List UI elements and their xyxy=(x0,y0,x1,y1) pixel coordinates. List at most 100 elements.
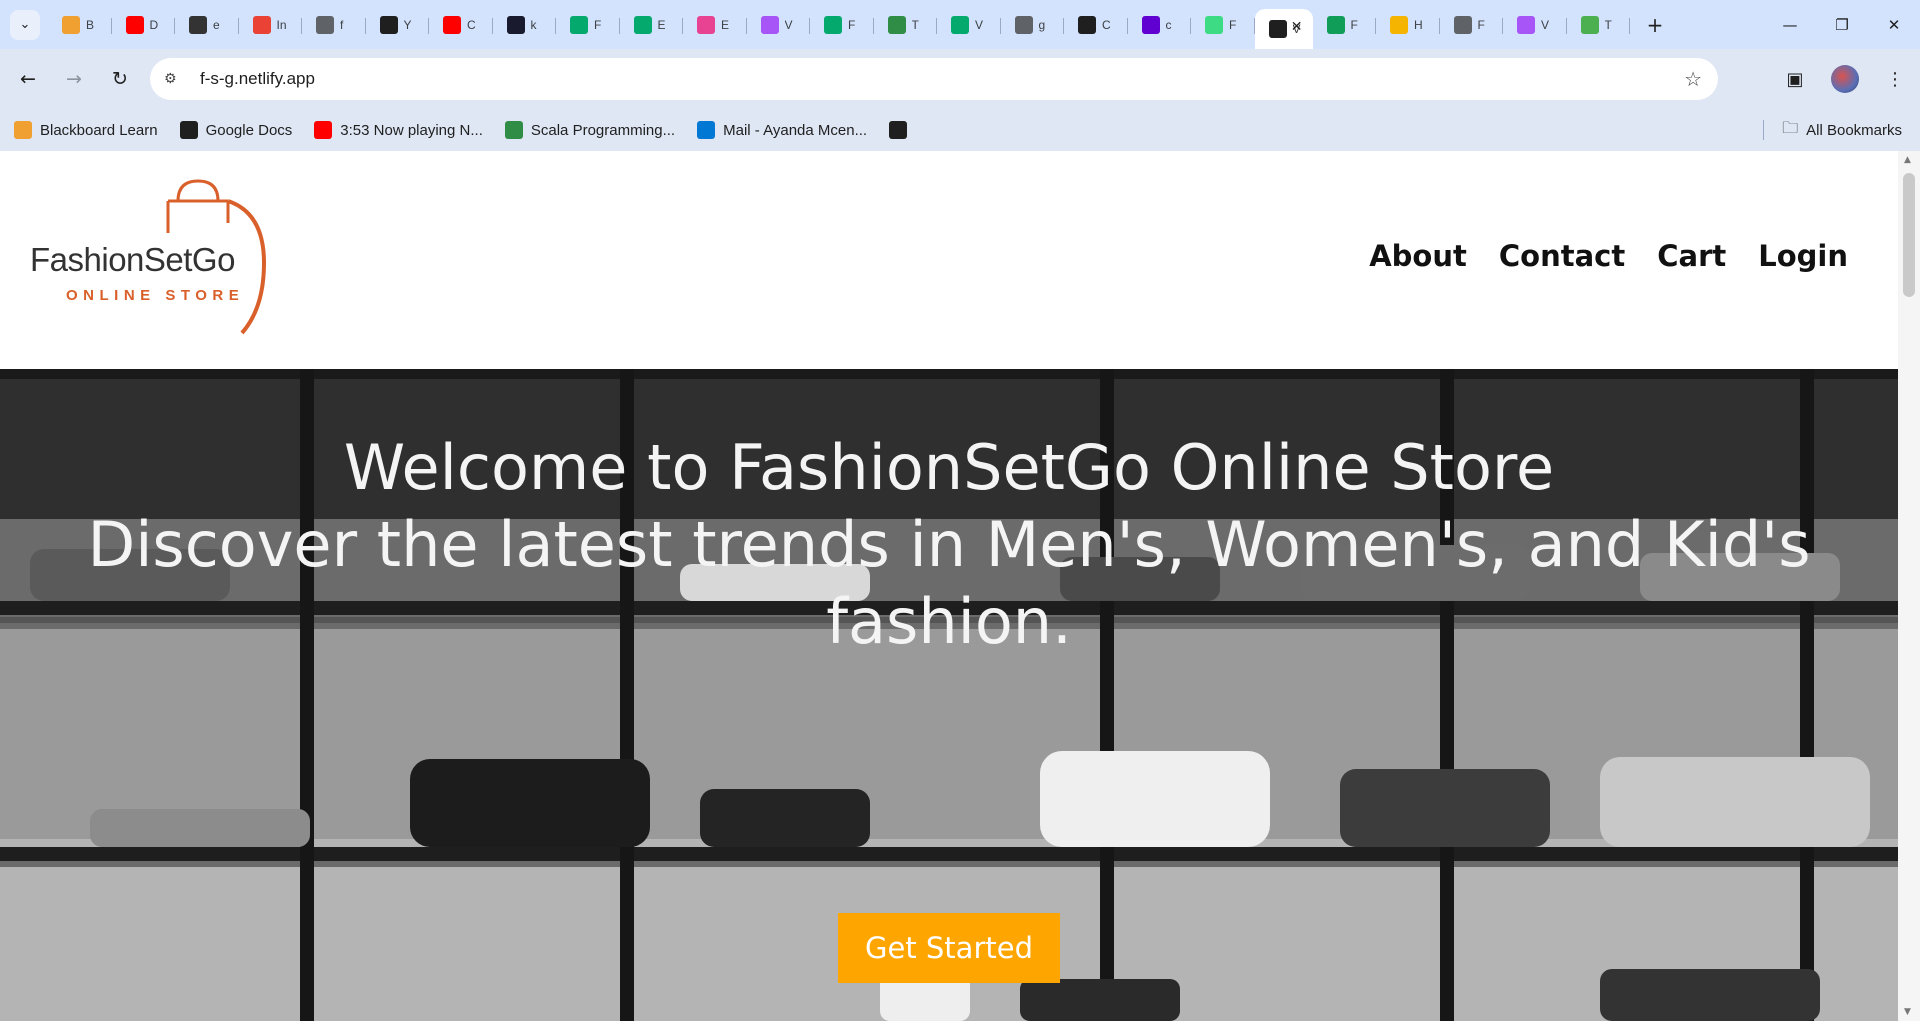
browser-tab[interactable]: B xyxy=(48,7,112,43)
tab-title: V xyxy=(975,17,984,32)
globe-icon xyxy=(179,121,198,139)
browser-tab[interactable]: E xyxy=(683,7,747,43)
get-started-button[interactable]: Get Started xyxy=(838,913,1060,983)
profile-avatar[interactable] xyxy=(1831,65,1859,93)
close-window-button[interactable]: ✕ xyxy=(1868,0,1920,49)
globe-icon xyxy=(1014,15,1033,34)
scrollbar-thumb[interactable] xyxy=(1903,173,1915,297)
app-icon xyxy=(1580,15,1599,34)
minimize-button[interactable]: — xyxy=(1764,0,1816,49)
yahoo-icon xyxy=(1141,15,1160,34)
blackboard-icon xyxy=(62,15,80,34)
gfg-icon xyxy=(887,15,906,34)
close-tab-icon[interactable]: ✕ xyxy=(1291,19,1303,35)
bookmark-item[interactable]: Google Docs xyxy=(179,121,292,139)
extensions-icon[interactable]: ▣ xyxy=(1770,69,1820,90)
bookmark-item[interactable] xyxy=(889,121,915,139)
gmail-icon xyxy=(252,15,271,34)
vercel-icon xyxy=(760,15,779,34)
browser-tab[interactable]: T xyxy=(1567,7,1631,43)
tab-title: In xyxy=(276,17,287,32)
tab-title: Y xyxy=(403,17,412,32)
browser-tab[interactable]: C xyxy=(429,7,493,43)
browser-tab[interactable]: F xyxy=(1440,7,1504,43)
android-icon xyxy=(1205,15,1223,34)
outlook-icon xyxy=(697,121,716,139)
browser-tab[interactable]: F xyxy=(556,7,620,43)
all-bookmarks-button[interactable]: 🗀 All Bookmarks xyxy=(1763,109,1902,151)
tab-strip: ⌄ B De In f Y Ck F E E V F T Vg Cc F V ✕ F H F V T + — ❐ ✕ xyxy=(0,0,1920,49)
tab-title: E xyxy=(657,17,666,32)
browser-toolbar: ← → ↻ ⚙ f-s-g.netlify.app ☆ ▣ ⋮ xyxy=(0,49,1920,109)
w3-icon xyxy=(633,15,652,34)
address-bar[interactable]: ⚙ f-s-g.netlify.app ☆ xyxy=(150,58,1718,100)
tab-title: T xyxy=(911,17,919,32)
tab-search-button[interactable]: ⌄ xyxy=(10,9,40,40)
browser-tab[interactable]: V ✕ xyxy=(1254,9,1313,49)
hero-title: Welcome to FashionSetGo Online Store Dis… xyxy=(0,429,1898,660)
tab-title: c xyxy=(1165,17,1172,32)
browser-tab[interactable]: F xyxy=(1313,7,1377,43)
browser-tab[interactable]: f xyxy=(302,7,366,43)
bookmark-star-icon[interactable]: ☆ xyxy=(1684,67,1702,91)
browser-tab[interactable]: V xyxy=(747,7,811,43)
youtube-icon xyxy=(125,15,144,34)
browser-tab[interactable]: V xyxy=(937,7,1001,43)
tab-title: g xyxy=(1038,17,1046,32)
browser-tab[interactable]: C xyxy=(1064,7,1128,43)
bookmark-item[interactable]: Blackboard Learn xyxy=(14,121,158,139)
youtube-icon xyxy=(443,15,461,34)
menu-kebab-icon[interactable]: ⋮ xyxy=(1870,69,1920,90)
bookmark-item[interactable]: 3:53 Now playing N... xyxy=(314,121,483,139)
vercel-icon xyxy=(1268,20,1287,38)
site-info-icon[interactable]: ⚙ xyxy=(164,71,186,87)
browser-tab[interactable]: g xyxy=(1001,7,1065,43)
bookmark-item[interactable]: Scala Programming... xyxy=(504,121,675,139)
bookmark-label: Mail - Ayanda Mcen... xyxy=(723,121,868,139)
browser-tab[interactable]: F xyxy=(810,7,874,43)
nav-about[interactable]: About xyxy=(1369,239,1467,273)
url-text[interactable]: f-s-g.netlify.app xyxy=(200,69,315,89)
nav-cart[interactable]: Cart xyxy=(1657,239,1726,273)
browser-tab[interactable]: k xyxy=(493,7,557,43)
new-tab-button[interactable]: + xyxy=(1640,10,1670,40)
browser-tab[interactable]: E xyxy=(620,7,684,43)
vercel-icon xyxy=(1517,15,1535,34)
window-controls: — ❐ ✕ xyxy=(1764,0,1920,49)
browser-tab[interactable]: c xyxy=(1128,7,1192,43)
w3-icon xyxy=(570,15,588,34)
browser-tab[interactable]: H xyxy=(1376,7,1440,43)
site-logo[interactable]: FashionSetGo ONLINE STORE xyxy=(28,173,288,343)
bookmark-item[interactable]: Mail - Ayanda Mcen... xyxy=(697,121,867,139)
tab-title: k xyxy=(530,17,537,32)
site-header: FashionSetGo ONLINE STORE About Contact … xyxy=(0,151,1898,369)
browser-tab[interactable]: F xyxy=(1191,7,1255,43)
nav-contact[interactable]: Contact xyxy=(1499,239,1625,273)
browser-tab[interactable]: e xyxy=(175,7,239,43)
site-nav: About Contact Cart Login xyxy=(1369,239,1848,273)
nav-login[interactable]: Login xyxy=(1758,239,1848,273)
browser-tab[interactable]: D xyxy=(112,7,176,43)
forward-button[interactable]: → xyxy=(56,61,92,97)
restore-button[interactable]: ❐ xyxy=(1816,0,1868,49)
tab-title: H xyxy=(1414,17,1423,32)
w3-icon xyxy=(951,15,969,34)
page-scrollbar[interactable]: ▲ ▼ xyxy=(1898,151,1920,1021)
tab-title: f xyxy=(340,17,344,32)
chevron-down-icon: ⌄ xyxy=(19,17,31,32)
scroll-up-icon[interactable]: ▲ xyxy=(1904,155,1911,165)
tab-title: V xyxy=(1541,17,1550,32)
browser-tab[interactable]: In xyxy=(239,7,303,43)
app-icon xyxy=(189,15,207,34)
browser-tab[interactable]: Y xyxy=(366,7,430,43)
back-button[interactable]: ← xyxy=(10,61,46,97)
scroll-down-icon[interactable]: ▼ xyxy=(1904,1007,1911,1017)
tab-title: T xyxy=(1604,17,1612,32)
tab-title: F xyxy=(594,17,602,32)
reload-button[interactable]: ↻ xyxy=(102,61,138,97)
github-icon xyxy=(379,15,398,34)
browser-tab[interactable]: V xyxy=(1503,7,1567,43)
tab-title: F xyxy=(1350,17,1358,32)
bookmark-label: Blackboard Learn xyxy=(40,121,158,139)
browser-tab[interactable]: T xyxy=(874,7,938,43)
